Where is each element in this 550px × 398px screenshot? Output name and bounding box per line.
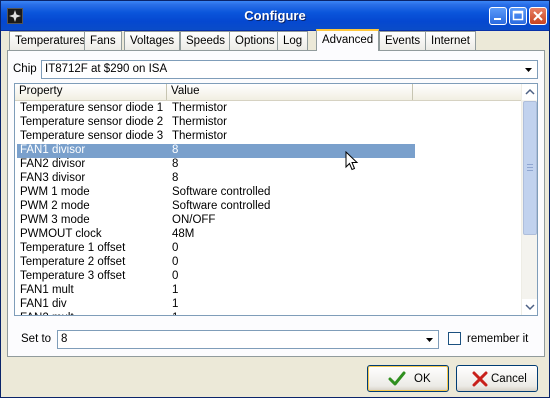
row-value: Thermistor — [172, 102, 227, 114]
row-property: FAN2 mult — [20, 312, 74, 315]
row-value: 1 — [172, 284, 179, 296]
maximize-button[interactable] — [509, 7, 527, 25]
column-header-value[interactable]: Value — [167, 84, 413, 100]
list-header: Property Value — [15, 84, 522, 101]
list-row[interactable]: FAN2 mult 1 — [15, 312, 522, 315]
row-value: ON/OFF — [172, 214, 216, 226]
tab-log[interactable]: Log — [277, 31, 309, 50]
list-row[interactable]: FAN1 divisor 8 — [15, 144, 522, 158]
list-row[interactable]: FAN2 divisor 8 — [15, 158, 522, 172]
row-value: Software controlled — [172, 200, 271, 212]
tab-advanced[interactable]: Advanced — [316, 29, 380, 51]
row-property: PWM 2 mode — [20, 200, 90, 212]
row-property: PWM 1 mode — [20, 186, 90, 198]
list-row[interactable]: PWMOUT clock 48M — [15, 228, 522, 242]
row-value: 0 — [172, 256, 179, 268]
row-property: Temperature 1 offset — [20, 242, 126, 254]
minimize-button[interactable] — [489, 7, 507, 25]
set-to-select[interactable]: 8 — [57, 330, 439, 349]
scroll-thumb[interactable] — [523, 101, 537, 235]
row-property: Temperature sensor diode 1 — [20, 102, 164, 114]
cancel-button[interactable]: Cancel — [456, 365, 538, 392]
maximize-icon — [512, 10, 524, 21]
list-row[interactable]: Temperature 2 offset 0 — [15, 256, 522, 270]
mouse-cursor-icon — [345, 151, 359, 171]
row-property: Temperature sensor diode 3 — [20, 130, 164, 142]
row-value: 0 — [172, 242, 179, 254]
list-row[interactable]: Temperature sensor diode 2 Thermistor — [15, 116, 522, 130]
row-value: Software controlled — [172, 186, 271, 198]
list-rows: Temperature sensor diode 1 Thermistor Temp… — [15, 102, 522, 315]
ok-label: OK — [414, 373, 431, 385]
list-row[interactable]: FAN1 mult 1 — [15, 284, 522, 298]
row-value: 8 — [172, 172, 179, 184]
close-icon — [533, 11, 543, 21]
list-row[interactable]: PWM 3 mode ON/OFF — [15, 214, 522, 228]
row-property: PWM 3 mode — [20, 214, 90, 226]
row-property: Temperature 3 offset — [20, 270, 126, 282]
row-property: FAN1 div — [20, 298, 67, 310]
tab-speeds[interactable]: Speeds — [180, 31, 232, 50]
chip-label: Chip — [13, 63, 37, 75]
configure-window: Configure Temperatures Fans Voltages Spe… — [0, 0, 550, 398]
row-property: PWMOUT clock — [20, 228, 102, 240]
list-row[interactable]: PWM 2 mode Software controlled — [15, 200, 522, 214]
tab-voltages[interactable]: Voltages — [124, 31, 181, 50]
row-property: Temperature 2 offset — [20, 256, 126, 268]
list-row[interactable]: FAN1 div 1 — [15, 298, 522, 312]
tab-options[interactable]: Options — [229, 31, 281, 50]
row-value: 1 — [172, 298, 179, 310]
cancel-label: Cancel — [491, 373, 527, 385]
row-property: Temperature sensor diode 2 — [20, 116, 164, 128]
row-property: FAN2 divisor — [20, 158, 86, 170]
row-value: Thermistor — [172, 130, 227, 142]
set-to-value: 8 — [61, 333, 68, 345]
remember-label[interactable]: remember it — [467, 333, 528, 345]
tab-fans[interactable]: Fans — [84, 31, 122, 50]
set-to-label: Set to — [21, 333, 52, 345]
tab-internet[interactable]: Internet — [425, 31, 476, 50]
row-value: Thermistor — [172, 116, 227, 128]
row-property: FAN3 divisor — [20, 172, 86, 184]
checkmark-icon — [388, 371, 406, 386]
tab-events[interactable]: Events — [379, 31, 427, 50]
row-property: FAN1 mult — [20, 284, 74, 296]
remember-checkbox[interactable] — [448, 332, 461, 345]
tab-strip: Temperatures Fans Voltages Speeds Option… — [9, 29, 545, 51]
row-value: 0 — [172, 270, 179, 282]
row-value: 8 — [172, 144, 179, 156]
title-bar[interactable]: Configure — [1, 1, 549, 31]
list-row[interactable]: Temperature sensor diode 3 Thermistor — [15, 130, 522, 144]
scroll-down-icon[interactable] — [522, 299, 537, 315]
row-value: 8 — [172, 158, 179, 170]
dropdown-arrow-icon[interactable] — [521, 62, 536, 77]
list-row[interactable]: PWM 1 mode Software controlled — [15, 186, 522, 200]
chip-value: IT8712F at $290 on ISA — [45, 63, 168, 75]
list-row[interactable]: Temperature sensor diode 1 Thermistor — [15, 102, 522, 116]
close-button[interactable] — [529, 7, 547, 25]
column-header-property[interactable]: Property — [15, 84, 167, 100]
chip-select[interactable]: IT8712F at $290 on ISA — [41, 60, 538, 79]
list-row[interactable]: Temperature 1 offset 0 — [15, 242, 522, 256]
tab-temperatures[interactable]: Temperatures — [9, 31, 92, 50]
dropdown-arrow-icon[interactable] — [422, 332, 437, 347]
column-header-extra[interactable] — [413, 84, 522, 100]
window-title: Configure — [244, 8, 306, 23]
list-row[interactable]: Temperature 3 offset 0 — [15, 270, 522, 284]
ok-button[interactable]: OK — [367, 365, 449, 392]
list-row[interactable]: FAN3 divisor 8 — [15, 172, 522, 186]
scroll-up-icon[interactable] — [522, 84, 537, 100]
row-value: 48M — [172, 228, 195, 240]
cross-icon — [472, 371, 488, 387]
vertical-scrollbar[interactable] — [521, 84, 537, 315]
minimize-icon — [494, 18, 501, 20]
row-property: FAN1 divisor — [20, 144, 86, 156]
property-list[interactable]: Property Value Temperature sensor diode … — [14, 83, 538, 316]
row-value: 1 — [172, 312, 178, 315]
